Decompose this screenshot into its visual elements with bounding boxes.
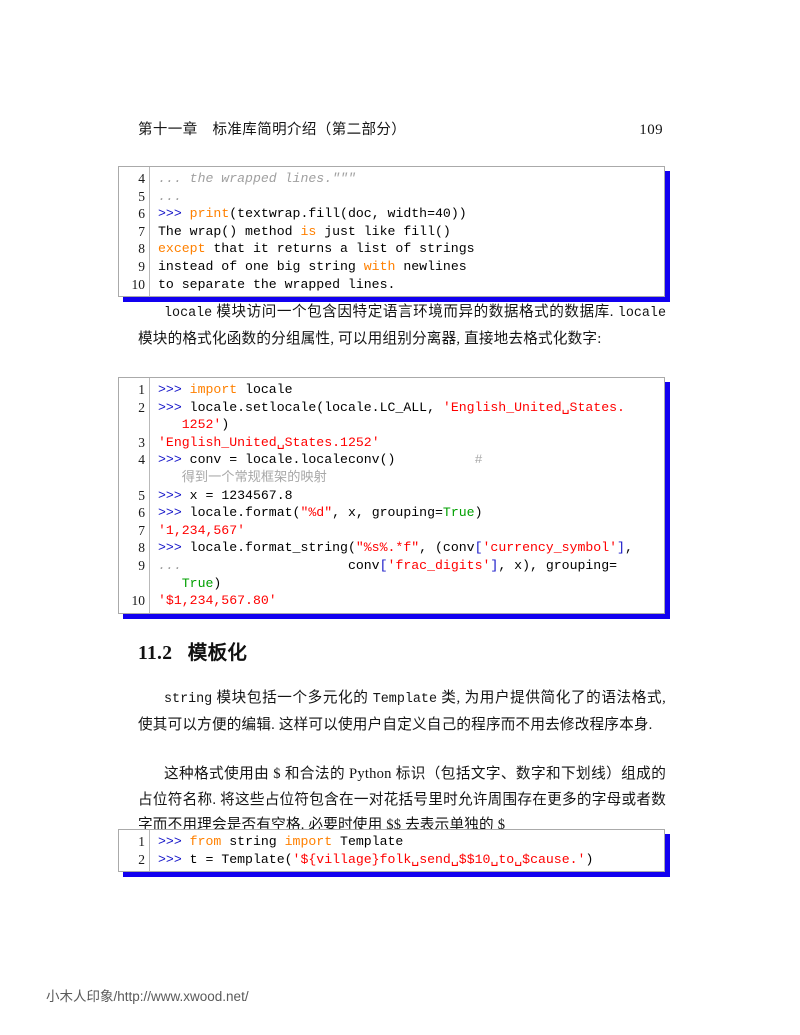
header-page-number: 109	[639, 122, 663, 138]
section-heading-gap	[172, 643, 188, 664]
code-line: to separate the wrapped lines.	[158, 276, 396, 292]
code-listing-3: 1 2 >>> from string import Template >>> t…	[118, 829, 670, 878]
line-number: 2	[138, 851, 145, 867]
inline-code-locale-1: locale	[164, 306, 213, 321]
line-number: 6	[138, 505, 145, 521]
code-line: >>> x = 1234567.8	[158, 487, 293, 503]
code-line: >>> locale.setlocale(locale.LC_ALL, 'Eng…	[158, 399, 625, 415]
line-number: 7	[138, 522, 145, 538]
line-number: 3	[138, 434, 145, 450]
paragraph-locale: locale 模块访问一个包含因特定语言环境而异的数据格式的数据库. local…	[138, 304, 666, 347]
inline-code-template: Template	[372, 692, 438, 707]
listing-line-numbers: 1 2	[119, 830, 150, 872]
line-number: 7	[138, 223, 145, 239]
code-line-wrap: True)	[181, 575, 222, 591]
listing-code: >>> import locale >>> locale.setlocale(lo…	[150, 378, 664, 613]
code-line: The wrap() method is just like fill()	[158, 223, 451, 239]
listing-frame: 1 2 >>> from string import Template >>> t…	[118, 829, 665, 873]
code-line: >>> conv = locale.localeconv() #	[158, 452, 483, 468]
listing-code: ... the wrapped lines."""... >>> print(te…	[150, 167, 664, 296]
line-number: 8	[138, 540, 145, 556]
code-line: '$1,234,567.80'	[158, 593, 277, 609]
code-line: >>> locale.format_string("%s%.*f", (conv…	[158, 540, 633, 556]
code-listing-2: 1 2 · 3 4 · 5 6 7 8 9 · 10 >>> import lo…	[118, 377, 670, 619]
line-number: 5	[138, 487, 145, 503]
line-number: 4	[138, 171, 145, 186]
header-chapter-title: 第十一章 标准库简明介绍（第二部分）	[138, 122, 407, 138]
code-line-wrap: 得到一个常规框架的映射	[181, 469, 327, 485]
section-title: 模板化	[187, 643, 248, 664]
line-number: 9	[138, 258, 145, 274]
line-number: 1	[138, 382, 145, 397]
line-number: 9	[138, 557, 145, 573]
watermark: 小木人印象/http://www.xwood.net/	[46, 989, 249, 1004]
code-line: >>> locale.format("%d", x, grouping=True…	[158, 505, 483, 521]
code-line: ...	[158, 188, 182, 204]
line-number: 2	[138, 399, 145, 415]
code-line: '1,234,567'	[158, 522, 246, 538]
line-number: 10	[131, 593, 146, 609]
code-line: >>> print(textwrap.fill(doc, width=40))	[158, 206, 467, 222]
paragraph-string-template: string 模块包括一个多元化的 Template 类, 为用户提供简化了的语…	[138, 690, 666, 733]
listing-line-numbers: 1 2 · 3 4 · 5 6 7 8 9 · 10	[119, 378, 150, 613]
section-number: 11.2	[138, 643, 173, 664]
code-line: >>> t = Template('${village}folk␣send␣$$…	[158, 851, 594, 867]
listing-line-numbers: 4 5 6 7 8 9 10	[119, 167, 150, 297]
code-listing-1: 4 5 6 7 8 9 10 ... the wrapped lines."""…	[118, 166, 670, 303]
line-number: 4	[138, 452, 145, 468]
code-line: 'English_United␣States.1252'	[158, 434, 380, 450]
code-line: >>> from string import Template	[158, 834, 404, 849]
line-number: 6	[138, 206, 145, 222]
inline-code-locale-2: locale	[617, 306, 666, 321]
paragraph-placeholder-syntax: 这种格式使用由 $ 和合法的 Python 标识（包括文字、数字和下划线）组成的…	[138, 766, 666, 833]
section-heading-11-2: 11.2 模板化	[138, 636, 247, 665]
inline-code-string: string	[164, 692, 213, 707]
code-line: ... conv['frac_digits'], x), grouping=	[158, 557, 618, 573]
listing-code: >>> from string import Template >>> t = T…	[150, 830, 664, 871]
listing-frame: 4 5 6 7 8 9 10 ... the wrapped lines."""…	[118, 166, 665, 298]
code-line: instead of one big string with newlines	[158, 258, 467, 274]
line-number: 1	[138, 834, 145, 849]
line-number: 10	[131, 276, 146, 292]
listing-frame: 1 2 · 3 4 · 5 6 7 8 9 · 10 >>> import lo…	[118, 377, 665, 614]
code-line: except that it returns a list of strings	[158, 241, 475, 257]
code-line: ... the wrapped lines."""	[158, 171, 356, 186]
code-line: >>> import locale	[158, 382, 293, 397]
running-header: 第十一章 标准库简明介绍（第二部分） 109	[138, 118, 663, 139]
document-page: 第十一章 标准库简明介绍（第二部分） 109 4 5 6 7 8 9 10 ..…	[0, 0, 800, 1035]
line-number: 8	[138, 241, 145, 257]
line-number: 5	[138, 188, 145, 204]
code-line-wrap: 1252')	[181, 417, 230, 433]
